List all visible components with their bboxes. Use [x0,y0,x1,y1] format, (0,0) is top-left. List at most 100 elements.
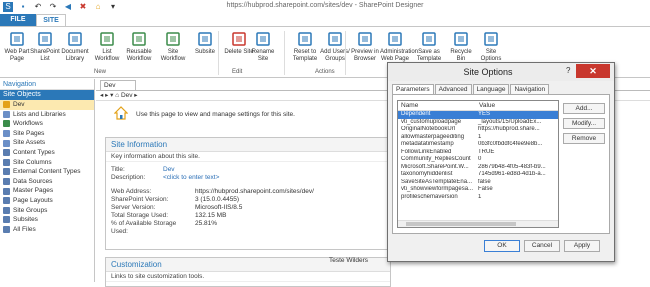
sidebar-item-master-pages[interactable]: Master Pages [0,186,94,196]
workflow-button[interactable]: List Workflow [92,30,122,68]
nav-item-icon [3,101,10,109]
close-button[interactable]: ✕ [576,64,610,78]
add-button[interactable]: Add... [563,103,605,114]
remove-button[interactable]: Remove [563,133,605,144]
nav-section-site-objects[interactable]: Site Objects [0,90,94,100]
apply-button[interactable]: Apply [564,240,600,252]
ribbon-button-label: Rename Site [251,49,275,62]
list-button[interactable]: SharePoint List [30,30,60,68]
panel-description: Key information about this site. [106,152,390,162]
workflow-button[interactable]: Reusable Workflow [124,30,154,68]
sidebar-item-label: Site Groups [13,206,48,214]
table-row[interactable]: taxonomyhiddenlist 7145d961-ed8d-4d1b-a..… [398,171,558,179]
sidebar-item-subsites[interactable]: Subsites [0,215,94,225]
table-row[interactable]: FollowLinkEnabled TRUE [398,149,558,157]
preview-button[interactable]: Preview in Browser [350,30,380,68]
reset-button[interactable]: Reset to Template [290,30,320,68]
sidebar-item-content-types[interactable]: Content Types [0,148,94,158]
workflow-button[interactable]: Site Workflow [158,30,188,68]
sidebar-item-all-files[interactable]: All Files [0,225,94,235]
scrollbar-thumb[interactable] [406,222,516,226]
nav-item-icon [3,206,10,214]
sidebar-item-dev[interactable]: Dev [0,100,94,110]
ribbon-group-label: Edit [232,69,243,75]
modify-button[interactable]: Modify... [563,118,605,129]
recycle-icon [454,32,468,46]
table-row[interactable]: Dependent YES [398,111,558,119]
table-row[interactable]: SaveSiteAsTemplateEna... false [398,179,558,187]
table-row[interactable]: vti_customuploadpage _layouts/15/UploadEx… [398,119,558,127]
tab-site[interactable]: SITE [36,14,66,26]
tab-advanced[interactable]: Advanced [434,84,472,94]
ribbon-button-label: List Workflow [94,49,120,62]
tab-file[interactable]: FILE [0,14,36,26]
ribbon-tabs: FILE SITE [0,14,650,26]
sidebar-item-data-sources[interactable]: Data Sources [0,177,94,187]
help-icon[interactable]: ? [566,66,570,75]
nav-item-icon [3,110,10,118]
table-row[interactable]: metadatatimestamp 0b3fc0fbddfc4fee9e8b... [398,141,558,149]
field-title: Title: Dev [111,166,175,174]
ribbon-button-label: Save as Template [416,49,442,62]
cancel-button[interactable]: Cancel [524,240,560,252]
stat-storage-percent: % of Available Storage Used: 25.81% [111,220,218,235]
subsite-button[interactable]: Subsite [190,30,220,68]
webpart-page-button[interactable]: Web Part Page [2,30,32,68]
param-value: 1 [478,193,482,200]
intro-text: Use this page to view and manage setting… [136,111,295,118]
sidebar-item-label: Workflows [13,120,43,128]
reset-icon [298,32,312,46]
nav-item-icon [3,149,10,157]
table-row[interactable]: OriginalNotebookUrl https://hubprod.share… [398,126,558,134]
nav-item-icon [3,139,10,147]
sidebar-item-site-groups[interactable]: Site Groups [0,206,94,216]
navigation-pane: Navigation Site Objects Dev Lists and Lib… [0,79,95,282]
ribbon-button-label: Site Workflow [160,49,186,62]
column-name[interactable]: Name [398,101,476,110]
sidebar-item-label: Site Columns [13,158,52,166]
tab-language[interactable]: Language [472,84,510,94]
save-icon [422,32,436,46]
sidebar-item-label: Subsites [13,216,38,224]
nav-item-icon [3,226,10,234]
sidebar-item-lists-and-libraries[interactable]: Lists and Libraries [0,110,94,120]
rename-button[interactable]: Rename Site [248,30,278,68]
table-row[interactable]: allowmasterpageediting 1 [398,134,558,142]
library-icon [68,32,82,46]
param-name: Microsoft.SharePoint.W... [401,163,469,170]
table-row[interactable]: profileschemaversion 1 [398,194,558,202]
ok-button[interactable]: OK [484,240,520,252]
nav-item-icon [3,168,10,176]
parameters-panel: Name Value Dependent YES vti_customuploadp… [392,94,610,234]
sidebar-item-workflows[interactable]: Workflows [0,119,94,129]
sidebar-item-external-content-types[interactable]: External Content Types [0,167,94,177]
param-value: 1 [478,133,482,140]
ribbon-group-label: New [94,69,107,75]
tab-navigation[interactable]: Navigation [510,84,550,94]
ribbon-separator [345,31,346,75]
sidebar-item-site-columns[interactable]: Site Columns [0,158,94,168]
rename-icon [256,32,270,46]
sidebar-item-page-layouts[interactable]: Page Layouts [0,196,94,206]
options-icon [484,32,498,46]
parameters-grid[interactable]: Name Value Dependent YES vti_customuploadp… [397,100,559,228]
table-row[interactable]: Community_RepliesCount 0 [398,156,558,164]
library-button[interactable]: Document Library [60,30,90,68]
description-value[interactable]: <click to enter text> [163,174,219,182]
horizontal-scrollbar[interactable] [398,220,558,227]
stat-server-version: Server Version: Microsoft-IIS/8.5 [111,204,243,211]
column-value[interactable]: Value [476,101,495,110]
table-row[interactable]: vti_showviewformpagesa... False [398,186,558,194]
sidebar-item-site-assets[interactable]: Site Assets [0,138,94,148]
table-row[interactable]: Microsoft.SharePoint.W... 28679b48-4f05-4… [398,164,558,172]
nav-item-icon [3,130,10,138]
admin-icon [388,32,402,46]
title-value[interactable]: Dev [163,166,175,174]
document-tab-dev[interactable]: Dev [100,80,136,90]
sidebar-item-label: External Content Types [13,168,81,176]
grid-header: Name Value [398,101,558,111]
ribbon-button-label: Preview in Browser [351,49,379,62]
subsite-icon [198,32,212,46]
sidebar-item-site-pages[interactable]: Site Pages [0,129,94,139]
nav-item-icon [3,158,10,166]
